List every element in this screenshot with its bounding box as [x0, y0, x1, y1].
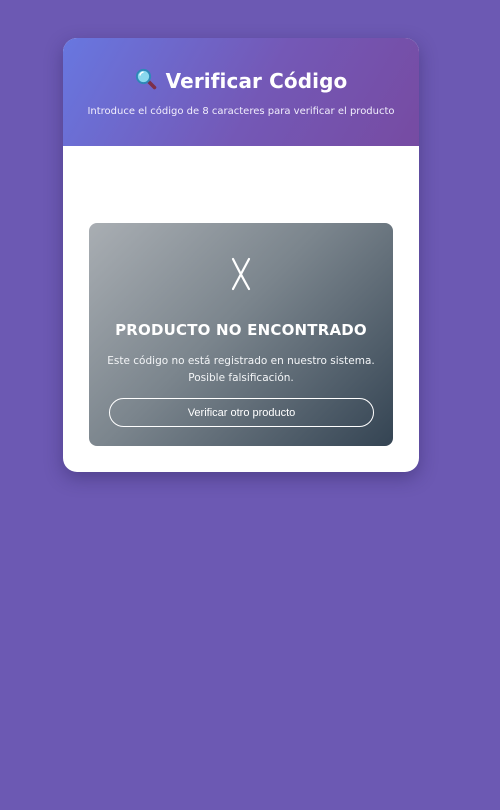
verify-card: Verificar Código Introduce el código de … — [63, 38, 419, 472]
result-title: PRODUCTO NO ENCONTRADO — [115, 321, 367, 339]
result-message: Este código no está registrado en nuestr… — [107, 355, 375, 384]
result-panel: PRODUCTO NO ENCONTRADO Este código no es… — [89, 223, 393, 446]
page-title: Verificar Código — [165, 69, 348, 93]
x-mark-icon — [89, 257, 393, 291]
title-row: Verificar Código — [63, 68, 419, 94]
page-subtitle: Introduce el código de 8 caracteres para… — [87, 106, 395, 117]
magnifier-icon — [135, 68, 157, 94]
card-header: Verificar Código Introduce el código de … — [63, 38, 419, 146]
verify-another-button[interactable]: Verificar otro producto — [109, 398, 374, 427]
